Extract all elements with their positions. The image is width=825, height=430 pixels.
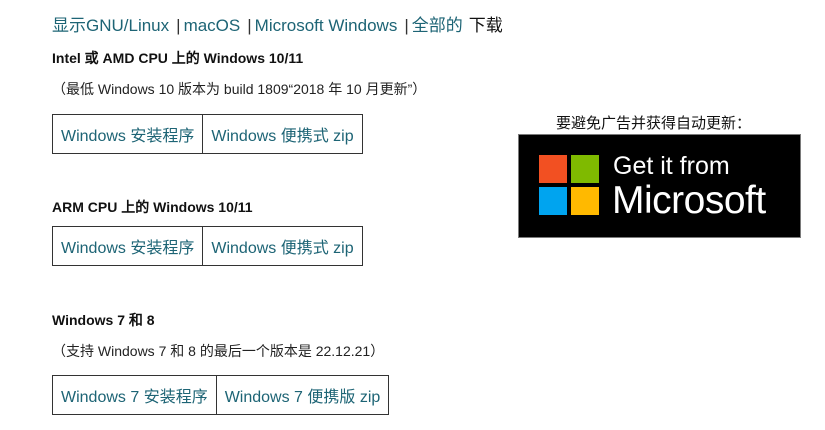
section-title-arm: ARM CPU 上的 Windows 10/11: [52, 199, 253, 215]
windows-installer-button[interactable]: Windows 安装程序: [53, 115, 202, 153]
section-title-intel-amd: Intel 或 AMD CPU 上的 Windows 10/11: [52, 50, 304, 66]
download-buttons-intel-amd: Windows 安装程序 Windows 便携式 zip: [52, 114, 363, 154]
get-it-from-microsoft-badge[interactable]: Get it from Microsoft: [518, 134, 801, 238]
badge-text-get-it-from: Get it from: [613, 152, 730, 180]
windows-7-installer-button[interactable]: Windows 7 安装程序: [53, 376, 216, 414]
store-promo-label: 要避免广告并获得自动更新：: [556, 115, 752, 132]
logo-square-green: [571, 155, 599, 183]
arm-windows-portable-zip-button[interactable]: Windows 便携式 zip: [202, 227, 361, 265]
logo-square-red: [539, 155, 567, 183]
section-note-intel-amd: （最低 Windows 10 版本为 build 1809“2018 年 10 …: [52, 81, 427, 97]
badge-text-microsoft: Microsoft: [612, 179, 766, 222]
microsoft-logo-icon: [539, 155, 599, 215]
arm-windows-installer-button[interactable]: Windows 安装程序: [53, 227, 202, 265]
section-title-windows-7-8: Windows 7 和 8: [52, 312, 155, 328]
nav-separator: |: [176, 16, 181, 35]
download-buttons-windows-7-8: Windows 7 安装程序 Windows 7 便携版 zip: [52, 375, 390, 415]
logo-square-blue: [539, 187, 567, 215]
nav-separator: |: [247, 16, 252, 35]
logo-square-yellow: [571, 187, 599, 215]
windows-7-portable-zip-button[interactable]: Windows 7 便携版 zip: [215, 376, 389, 414]
nav-suffix: 下载: [468, 16, 503, 35]
nav-link-all[interactable]: 全部的: [412, 16, 463, 35]
nav-link-macos[interactable]: macOS: [184, 16, 241, 35]
section-note-windows-7-8: （支持 Windows 7 和 8 的最后一个版本是 22.12.21）: [52, 343, 385, 359]
nav-separator: |: [404, 16, 409, 35]
windows-portable-zip-button[interactable]: Windows 便携式 zip: [202, 115, 361, 153]
platform-nav: 显示GNU/Linux | macOS | Microsoft Windows | 全部的下…: [52, 15, 503, 37]
nav-link-gnu-linux[interactable]: 显示GNU/Linux: [52, 16, 169, 35]
nav-link-windows[interactable]: Microsoft Windows: [255, 16, 398, 35]
download-buttons-arm: Windows 安装程序 Windows 便携式 zip: [52, 226, 363, 266]
